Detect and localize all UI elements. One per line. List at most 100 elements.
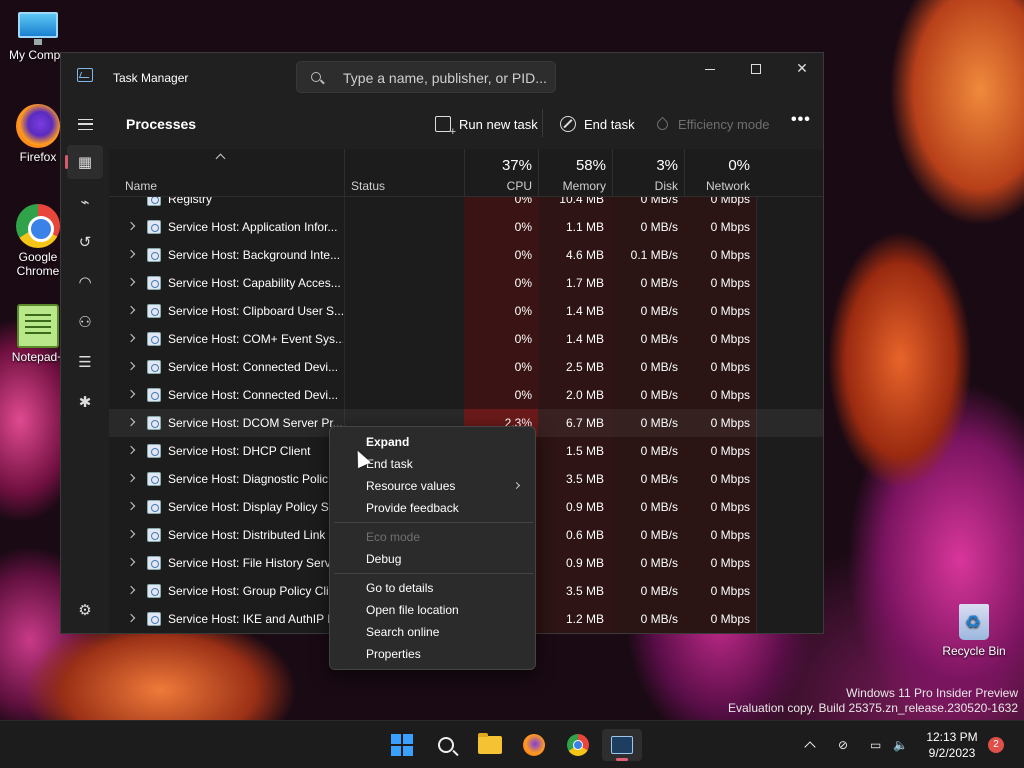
cpu-value: 0% bbox=[514, 360, 532, 374]
expand-chevron-icon[interactable] bbox=[126, 529, 136, 539]
minimize-button[interactable] bbox=[687, 53, 733, 85]
users-icon: ⚇ bbox=[78, 314, 92, 331]
network-value: 0 Mbps bbox=[710, 220, 750, 234]
expand-chevron-icon[interactable] bbox=[126, 585, 136, 595]
submenu-chevron-icon bbox=[512, 481, 521, 490]
search-box[interactable] bbox=[296, 61, 556, 93]
hamburger-menu-button[interactable] bbox=[67, 107, 103, 141]
column-memory-label: Memory bbox=[562, 179, 606, 193]
process-name: Service Host: Distributed Link ... bbox=[168, 528, 339, 542]
disk-value: 0 MB/s bbox=[640, 388, 678, 402]
disk-value: 0 MB/s bbox=[640, 416, 678, 430]
network-value: 0 Mbps bbox=[710, 444, 750, 458]
efficiency-mode-button: Efficiency mode bbox=[654, 115, 770, 133]
nav-processes[interactable]: ▦ bbox=[65, 145, 103, 179]
task-manager-app-icon bbox=[77, 68, 93, 82]
performance-icon: ⌁ bbox=[80, 194, 90, 211]
more-options-button[interactable]: ••• bbox=[791, 111, 811, 129]
nav-settings[interactable]: ⚙ bbox=[67, 593, 103, 627]
column-header-memory[interactable]: 58% Memory bbox=[538, 149, 612, 197]
memory-value: 1.4 MB bbox=[565, 304, 604, 318]
expand-chevron-icon[interactable] bbox=[126, 389, 136, 399]
table-row[interactable]: Service Host: Capability Acces... 0% 1.7 M… bbox=[109, 269, 823, 297]
start-button[interactable] bbox=[382, 729, 422, 761]
expand-chevron-icon[interactable] bbox=[126, 557, 136, 567]
notification-badge[interactable]: 2 bbox=[988, 737, 1004, 753]
column-header-network[interactable]: 0% Network bbox=[684, 149, 756, 197]
end-task-icon bbox=[560, 116, 576, 132]
menu-item-resource-values[interactable]: Resource values bbox=[334, 475, 533, 497]
network-status-button[interactable]: ⊘ bbox=[838, 721, 848, 768]
table-row[interactable]: Service Host: Connected Devi... 0% 2.5 MB 0… bbox=[109, 353, 823, 381]
expand-chevron-icon[interactable] bbox=[126, 249, 136, 259]
process-name: Service Host: File History Servi... bbox=[168, 556, 343, 570]
menu-item-provide-feedback[interactable]: Provide feedback bbox=[334, 497, 533, 519]
close-icon: ✕ bbox=[796, 60, 808, 76]
show-hidden-icons-button[interactable] bbox=[804, 721, 816, 768]
column-header-status[interactable]: Status bbox=[344, 149, 464, 197]
expand-chevron-icon[interactable] bbox=[126, 417, 136, 427]
expand-chevron-icon[interactable] bbox=[126, 445, 136, 455]
taskbar-search-button[interactable] bbox=[426, 729, 466, 761]
taskbar-firefox[interactable] bbox=[514, 729, 554, 761]
nav-performance[interactable]: ⌁ bbox=[67, 185, 103, 219]
clock[interactable]: 12:13 PM 9/2/2023 bbox=[920, 729, 984, 761]
taskbar-file-explorer[interactable] bbox=[470, 729, 510, 761]
expand-chevron-icon[interactable] bbox=[126, 613, 136, 623]
nav-services[interactable]: ✱ bbox=[67, 385, 103, 419]
column-header-disk[interactable]: 3% Disk bbox=[612, 149, 684, 197]
taskbar-chrome[interactable] bbox=[558, 729, 598, 761]
expand-chevron-icon[interactable] bbox=[126, 473, 136, 483]
end-task-button[interactable]: End task bbox=[560, 115, 635, 133]
page-title: Processes bbox=[126, 116, 197, 132]
column-disk-label: Disk bbox=[654, 179, 678, 193]
title-bar[interactable]: Task Manager ✕ bbox=[61, 53, 823, 101]
menu-item-properties[interactable]: Properties bbox=[334, 643, 533, 665]
column-header-name[interactable]: Name bbox=[109, 149, 344, 197]
expand-chevron-icon[interactable] bbox=[126, 333, 136, 343]
run-new-task-label: Run new task bbox=[459, 116, 538, 132]
disk-value: 0 MB/s bbox=[640, 360, 678, 374]
menu-item-search-online[interactable]: Search online bbox=[334, 621, 533, 643]
startup-apps-icon: ◠ bbox=[78, 274, 92, 291]
service-host-icon bbox=[147, 584, 161, 598]
volume-button[interactable]: 🔈 bbox=[893, 721, 908, 768]
nav-details[interactable]: ☰ bbox=[67, 345, 103, 379]
table-row[interactable]: Service Host: Application Infor... 0% 1.1 … bbox=[109, 213, 823, 241]
close-button[interactable]: ✕ bbox=[779, 53, 823, 85]
table-row[interactable]: Service Host: COM+ Event Sys... 0% 1.4 MB 0… bbox=[109, 325, 823, 353]
search-input[interactable] bbox=[343, 68, 548, 88]
efficiency-mode-label: Efficiency mode bbox=[678, 116, 770, 132]
run-new-task-button[interactable]: Run new task bbox=[435, 115, 538, 138]
menu-item-open-file-location[interactable]: Open file location bbox=[334, 599, 533, 621]
column-name-label: Name bbox=[125, 179, 158, 193]
desktop-icon-recycle-bin[interactable]: ♻ Recycle Bin bbox=[938, 598, 1010, 658]
nav-users[interactable]: ⚇ bbox=[67, 305, 103, 339]
network-value: 0 Mbps bbox=[710, 360, 750, 374]
nav-startup-apps[interactable]: ◠ bbox=[67, 265, 103, 299]
memory-value: 1.2 MB bbox=[565, 612, 604, 626]
minimize-icon bbox=[705, 68, 715, 70]
table-row[interactable]: Service Host: Connected Devi... 0% 2.0 MB 0… bbox=[109, 381, 823, 409]
expand-chevron-icon[interactable] bbox=[126, 277, 136, 287]
expand-chevron-icon[interactable] bbox=[126, 361, 136, 371]
process-name: Service Host: Clipboard User S... bbox=[168, 304, 343, 318]
notepad-plus-icon bbox=[17, 304, 59, 348]
disk-value: 0.1 MB/s bbox=[630, 248, 678, 262]
menu-item-debug[interactable]: Debug bbox=[334, 548, 533, 570]
column-header-cpu[interactable]: 37% CPU bbox=[464, 149, 538, 197]
taskbar-task-manager[interactable] bbox=[602, 729, 642, 761]
display-button[interactable]: ▭ bbox=[870, 721, 881, 768]
maximize-button[interactable] bbox=[733, 53, 779, 85]
expand-chevron-icon[interactable] bbox=[126, 501, 136, 511]
clock-time: 12:13 PM bbox=[926, 730, 978, 744]
expand-chevron-icon[interactable] bbox=[126, 221, 136, 231]
memory-value: 4.6 MB bbox=[565, 248, 604, 262]
watermark-edition: Windows 11 Pro Insider Preview bbox=[846, 686, 1018, 700]
expand-chevron-icon[interactable] bbox=[126, 305, 136, 315]
menu-item-go-to-details[interactable]: Go to details bbox=[334, 577, 533, 599]
service-host-icon bbox=[147, 612, 161, 626]
table-row[interactable]: Service Host: Clipboard User S... 0% 1.4 M… bbox=[109, 297, 823, 325]
table-row[interactable]: Service Host: Background Inte... 0% 4.6 MB… bbox=[109, 241, 823, 269]
nav-app-history[interactable]: ↺ bbox=[67, 225, 103, 259]
